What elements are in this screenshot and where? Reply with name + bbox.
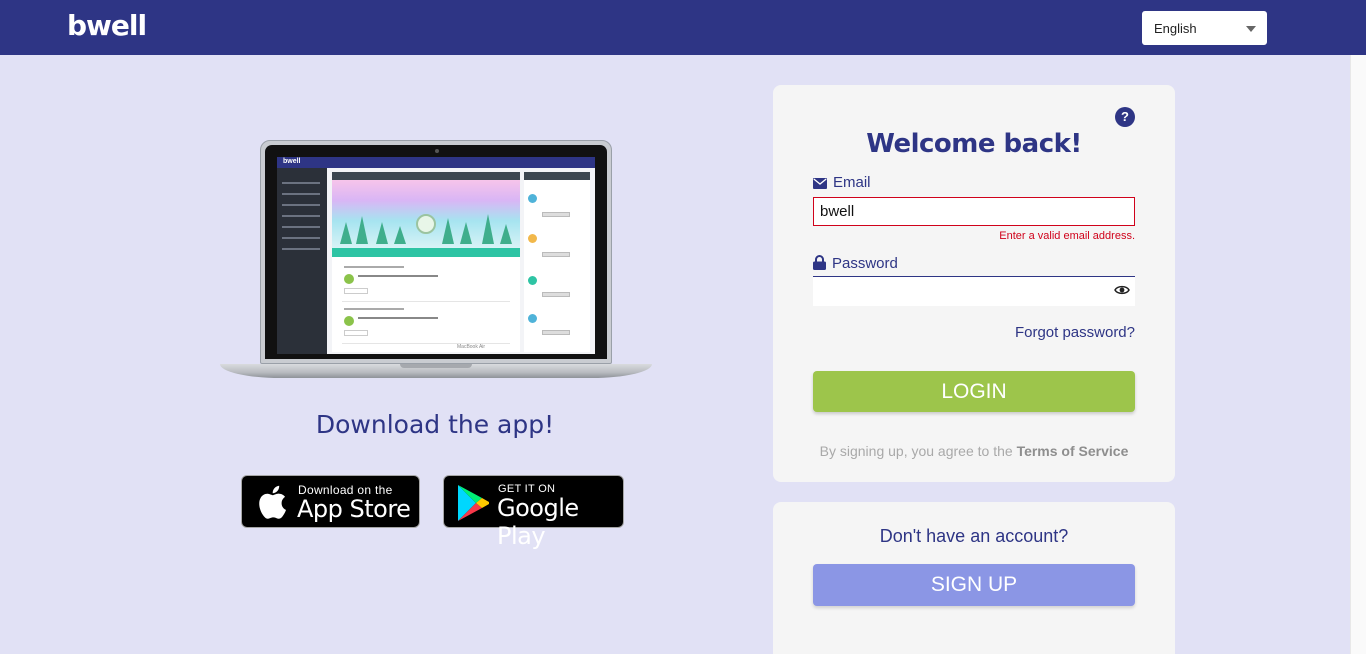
- laptop-lid: bwell MacBook Air: [260, 140, 612, 364]
- email-error-message: Enter a valid email address.: [999, 230, 1135, 242]
- forgot-password-link[interactable]: Forgot password?: [813, 324, 1135, 341]
- bwell-logo[interactable]: bwell: [67, 9, 147, 42]
- screen-top-bar: bwell: [277, 157, 595, 168]
- email-field[interactable]: [813, 197, 1135, 226]
- envelope-icon: [813, 178, 827, 189]
- email-label-text: Email: [833, 174, 871, 191]
- laptop-screen: bwell: [277, 157, 595, 354]
- laptop-base: [220, 364, 652, 378]
- lock-icon: [813, 255, 826, 270]
- screen-sidebar: [277, 168, 327, 354]
- laptop-illustration: bwell MacBook Air: [220, 140, 652, 390]
- email-label: Email: [813, 174, 871, 191]
- signup-button[interactable]: SIGN UP: [813, 564, 1135, 606]
- screen-main-header: [332, 172, 520, 180]
- laptop-bezel: bwell: [265, 145, 607, 359]
- laptop-model-label: MacBook Air: [457, 344, 486, 350]
- password-label-text: Password: [832, 255, 898, 272]
- laptop-camera: [435, 149, 439, 153]
- help-icon[interactable]: ?: [1115, 107, 1135, 127]
- language-select-value: English: [1154, 21, 1197, 36]
- login-title: Welcome back!: [866, 129, 1082, 159]
- screen-logo: bwell: [283, 158, 301, 165]
- terms-prefix: By signing up, you agree to the: [819, 443, 1017, 459]
- download-app-title: Download the app!: [315, 410, 555, 439]
- screen-main-panel: [332, 172, 520, 352]
- screen-right-panel: [524, 172, 590, 352]
- password-field[interactable]: [813, 276, 1135, 306]
- screen-card: [342, 306, 510, 344]
- login-card: ? Welcome back! Email Enter a valid emai…: [773, 85, 1175, 482]
- chevron-down-icon: [1246, 26, 1256, 32]
- google-play-icon: [458, 485, 489, 521]
- eye-icon[interactable]: [1114, 284, 1130, 296]
- screen-game-art: [332, 180, 520, 248]
- google-play-button[interactable]: GET IT ON Google Play: [443, 475, 624, 550]
- top-navigation-bar: bwell English: [0, 0, 1366, 55]
- app-store-big-text: App Store: [297, 495, 411, 523]
- screen-progress-bar: [332, 248, 520, 257]
- apple-icon: [259, 485, 286, 519]
- screen-card: [342, 264, 510, 302]
- no-account-prompt: Don't have an account?: [879, 526, 1069, 546]
- signup-card: Don't have an account? SIGN UP: [773, 502, 1175, 654]
- google-play-big-text: Google Play: [497, 494, 579, 550]
- screen-badge: [416, 214, 436, 234]
- login-button[interactable]: LOGIN: [813, 371, 1135, 412]
- language-select[interactable]: English: [1142, 11, 1267, 45]
- terms-of-service-link[interactable]: Terms of Service: [1017, 443, 1129, 459]
- password-label: Password: [813, 255, 898, 272]
- app-store-button[interactable]: Download on the App Store: [241, 475, 420, 528]
- page-scrollbar[interactable]: [1350, 55, 1366, 654]
- terms-text: By signing up, you agree to the Terms of…: [773, 443, 1175, 459]
